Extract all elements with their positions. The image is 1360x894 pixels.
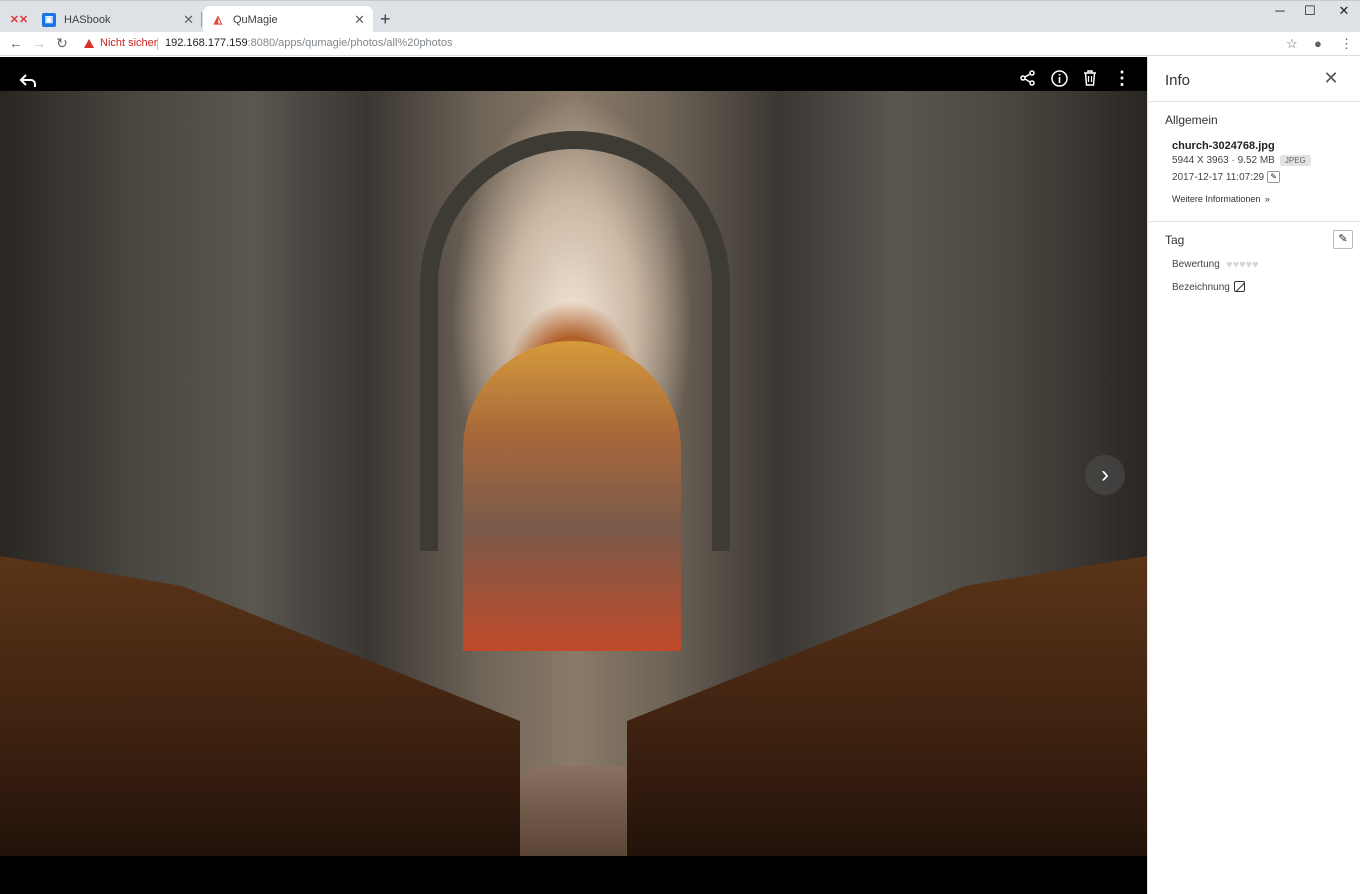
back-icon[interactable]: ←: [7, 35, 25, 51]
tab-divider: [201, 12, 202, 27]
datetime: 2017-12-17 11:07:29: [1172, 171, 1265, 183]
tab-strip: ✕✕ ▣ HASbook ✕ ◭ QuMagie ✕ + ─ ☐ ✕: [0, 0, 1360, 33]
tag-heading: Tag: [1165, 233, 1185, 247]
datetime-row: 2017-12-17 11:07:29 ✎: [1172, 171, 1281, 183]
close-window-icon[interactable]: ✕: [1326, 3, 1360, 19]
pencil-icon: ✎: [1338, 233, 1348, 245]
photo-apse: [463, 341, 681, 651]
chevron-right-icon: ›: [1101, 461, 1109, 488]
edit-datetime-icon[interactable]: ✎: [1267, 171, 1281, 183]
xx-app-icon: ✕✕: [9, 14, 29, 26]
divider: [1148, 221, 1360, 222]
tab-label: HASbook: [64, 13, 111, 26]
trash-icon[interactable]: [1079, 67, 1101, 89]
qumagie-icon: ◭: [213, 14, 223, 26]
maximize-icon[interactable]: ☐: [1292, 3, 1328, 19]
panel-title: Info: [1165, 72, 1191, 89]
forward-icon[interactable]: →: [30, 35, 48, 51]
divider: [1148, 101, 1360, 102]
file-dimensions-row: 5944 X 3963 · 9.52 MB JPEG: [1172, 155, 1311, 166]
more-info-label: Weitere Informationen: [1172, 194, 1261, 204]
security-indicator[interactable]: Nicht sicher: [84, 37, 157, 49]
bookmark-star-icon[interactable]: ☆: [1286, 36, 1298, 52]
tab-label: QuMagie: [233, 13, 278, 26]
tab-qumagie[interactable]: ◭ QuMagie ✕: [203, 6, 373, 33]
label-label: Bezeichnung: [1172, 282, 1230, 293]
no-label-icon[interactable]: [1234, 281, 1245, 292]
info-icon[interactable]: [1048, 67, 1070, 89]
close-tab-icon[interactable]: ✕: [354, 12, 365, 28]
heart-icon[interactable]: ♥: [1252, 259, 1259, 271]
rating-hearts[interactable]: ♥♥♥♥♥: [1226, 259, 1259, 271]
hasbook-icon: ▣: [42, 12, 56, 27]
url-path: :8080/apps/qumagie/photos/all%20photos: [247, 37, 453, 49]
browser-window: ✕✕ ▣ HASbook ✕ ◭ QuMagie ✕ + ─ ☐ ✕ ← → ↻…: [0, 0, 1360, 894]
edit-tag-button[interactable]: ✎: [1333, 230, 1353, 249]
rating-label: Bewertung: [1172, 259, 1220, 270]
browser-menu-icon[interactable]: ⋮: [1340, 36, 1353, 52]
address-separator: [157, 38, 158, 50]
url-host: 192.168.177.159: [165, 37, 248, 49]
next-photo-button[interactable]: ›: [1085, 455, 1125, 495]
file-dimensions-size: 5944 X 3963 · 9.52 MB: [1172, 155, 1275, 166]
close-tab-icon[interactable]: ✕: [183, 12, 194, 28]
close-icon[interactable]: ✕: [1320, 68, 1342, 90]
general-heading: Allgemein: [1165, 113, 1218, 127]
photo-pews-right: [627, 556, 1147, 856]
reload-icon[interactable]: ↻: [53, 35, 71, 52]
file-name: church-3024768.jpg: [1172, 140, 1275, 152]
browser-toolbar: ← → ↻ Nicht sicher 192.168.177.159:8080/…: [0, 32, 1360, 56]
warning-icon: [84, 38, 94, 48]
more-options-icon[interactable]: ⋮: [1112, 67, 1132, 89]
info-panel: Info ✕ Allgemein church-3024768.jpg 5944…: [1147, 57, 1360, 894]
photo-church-interior: [0, 91, 1147, 856]
more-info-link[interactable]: Weitere Informationen »: [1172, 194, 1270, 204]
back-arrow-icon[interactable]: [16, 69, 40, 93]
format-badge: JPEG: [1279, 155, 1311, 166]
security-label: Nicht sicher: [100, 37, 158, 49]
address-bar[interactable]: 192.168.177.159:8080/apps/qumagie/photos…: [165, 37, 452, 49]
tab-hasbook[interactable]: ▣ HASbook ✕: [34, 6, 202, 33]
profile-icon[interactable]: ●: [1314, 36, 1322, 51]
share-icon[interactable]: [1017, 67, 1039, 89]
tab-xx[interactable]: ✕✕: [4, 6, 34, 33]
photo-viewer: ⋮ ›: [0, 57, 1147, 894]
double-chevron-down-icon: »: [1264, 194, 1270, 204]
new-tab-icon[interactable]: +: [380, 9, 391, 30]
photo-pews-left: [0, 556, 520, 856]
